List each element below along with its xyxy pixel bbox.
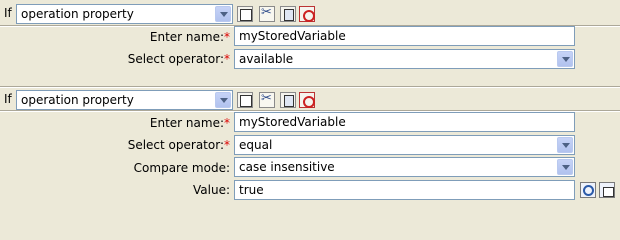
edit-expression-icon[interactable] (237, 6, 253, 22)
chevron-down-icon[interactable] (557, 51, 573, 67)
condition-type-value: operation property (21, 7, 134, 21)
delete-icon[interactable] (299, 6, 315, 22)
chevron-down-icon[interactable] (557, 159, 573, 175)
value-field[interactable]: true (234, 180, 575, 200)
chevron-down-icon[interactable] (557, 137, 573, 153)
cut-icon[interactable] (259, 91, 275, 108)
compare-mode-select[interactable]: case insensitive (234, 157, 575, 177)
enter-name-field[interactable]: myStoredVariable (234, 112, 575, 132)
enter-name-label: Enter name:* (149, 116, 230, 130)
search-icon[interactable] (580, 182, 596, 198)
condition-1-header: If operation property (0, 2, 620, 26)
enter-name-label: Enter name:* (149, 30, 230, 44)
compare-mode-label: Compare mode: (133, 161, 230, 175)
select-operator-select[interactable]: available (234, 49, 575, 69)
condition-type-select[interactable]: operation property (16, 90, 233, 110)
delete-icon[interactable] (299, 92, 315, 108)
select-operator-label: Select operator:* (127, 52, 230, 66)
select-operator-select[interactable]: equal (234, 135, 575, 155)
if-label: If (4, 92, 12, 106)
condition-type-select[interactable]: operation property (16, 4, 233, 24)
edit-expression-icon[interactable] (237, 92, 253, 108)
browse-icon[interactable] (599, 182, 615, 198)
chevron-down-icon[interactable] (215, 6, 231, 22)
condition-2-header: If operation property (0, 88, 620, 112)
condition-type-value: operation property (21, 93, 134, 107)
copy-icon[interactable] (280, 92, 296, 108)
copy-icon[interactable] (280, 6, 296, 22)
value-label: Value: (193, 183, 230, 197)
select-operator-label: Select operator:* (127, 138, 230, 152)
chevron-down-icon[interactable] (215, 92, 231, 108)
enter-name-field[interactable]: myStoredVariable (234, 26, 575, 46)
if-label: If (4, 6, 12, 20)
cut-icon[interactable] (259, 5, 275, 22)
